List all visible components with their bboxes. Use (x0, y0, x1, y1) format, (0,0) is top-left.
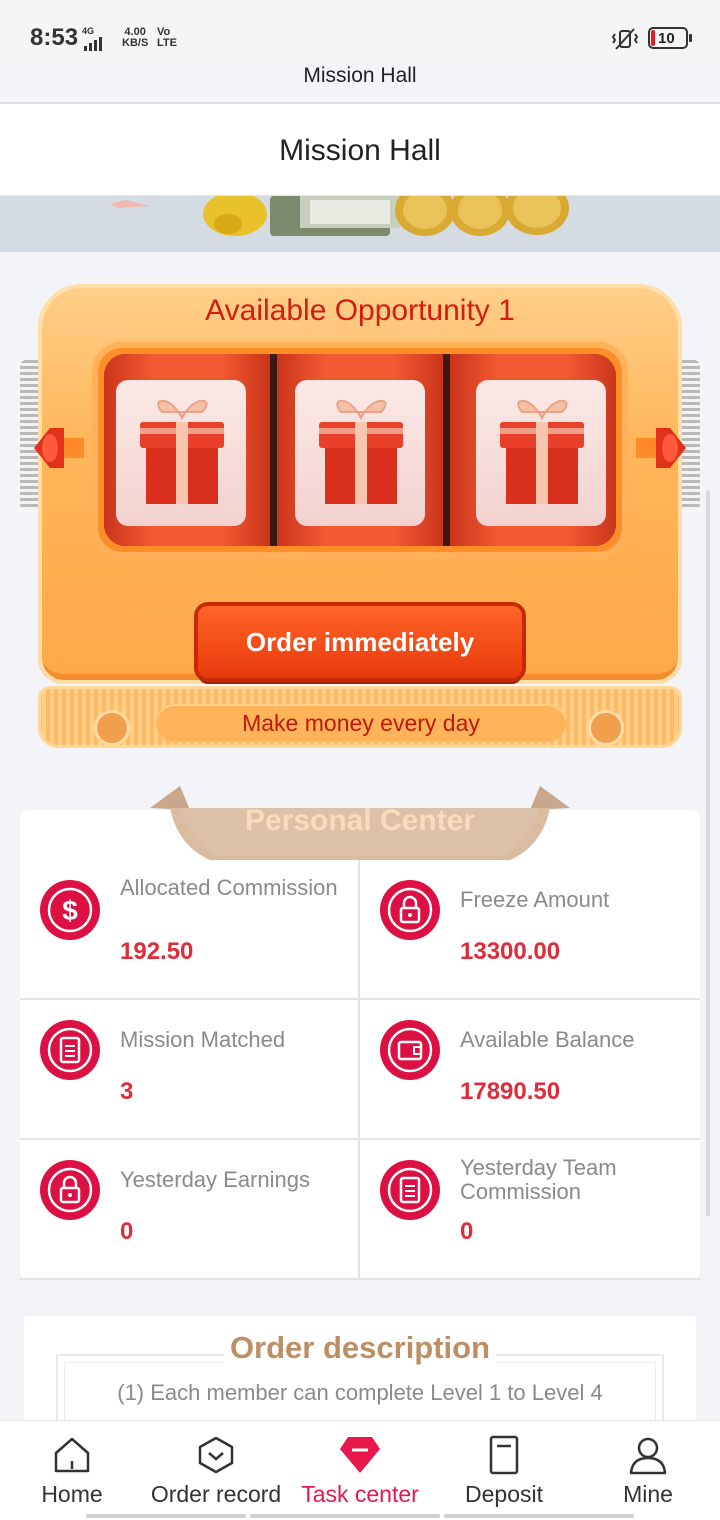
dollar-icon: $ (40, 880, 100, 940)
lock-icon (380, 880, 440, 940)
gift-icon (319, 399, 403, 504)
user-icon (629, 1437, 667, 1475)
reel-3 (450, 354, 616, 546)
stat-label: Yesterday Earnings (120, 1167, 310, 1192)
stat-label: Yesterday Team Commission (460, 1155, 617, 1204)
page-header: Mission Hall (0, 104, 720, 196)
tab-task-center[interactable]: Task center (288, 1421, 432, 1520)
stat-mission-matched: Mission Matched 3 (20, 1000, 360, 1140)
tab-mine[interactable]: Mine (576, 1421, 720, 1520)
stat-freeze-amount: Freeze Amount 13300.00 (360, 860, 700, 1000)
stat-value: 17890.50 (460, 1078, 561, 1105)
slot-machine: Available Opportunity 1 Order immediatel… (20, 280, 700, 752)
banner-image (0, 196, 720, 252)
stat-yesterday-earnings: Yesterday Earnings 0 (20, 1140, 360, 1280)
net-speed-unit: KB/S (122, 37, 149, 49)
status-bar: 8:53 4G 4.00 KB/S Vo LTE 10 (0, 0, 720, 62)
tab-label: Home (41, 1481, 103, 1507)
network-indicator: 4G (82, 26, 104, 51)
stat-value: 13300.00 (460, 938, 561, 965)
nav-indicator (86, 1514, 246, 1518)
gear-icon (94, 710, 130, 746)
order-description-title-text: Order description (223, 1330, 497, 1365)
tab-label: Order record (150, 1481, 282, 1507)
stat-available-balance: Available Balance 17890.50 (360, 1000, 700, 1140)
nav-indicator (444, 1514, 634, 1518)
reel-card (116, 380, 246, 526)
gift-icon (500, 399, 584, 504)
order-record-icon (198, 1436, 234, 1474)
volte-bottom: LTE (157, 37, 177, 49)
stat-label: Mission Matched (120, 1027, 286, 1052)
stat-label: Allocated Commission (120, 875, 338, 900)
signal-icon (84, 37, 102, 51)
stat-value: 0 (120, 1218, 134, 1245)
stat-value: 3 (120, 1078, 134, 1105)
reel-card (476, 380, 606, 526)
opportunity-title: Available Opportunity 1 (205, 294, 515, 327)
stat-yesterday-team-commission: Yesterday Team Commission 0 (360, 1140, 700, 1280)
clipboard-icon (380, 1160, 440, 1220)
nav-indicator (250, 1514, 440, 1518)
gift-icon (140, 399, 224, 504)
vibrate-icon (611, 28, 639, 50)
stat-value: 192.50 (120, 938, 194, 965)
tab-deposit[interactable]: Deposit (432, 1421, 576, 1520)
stat-label: Available Balance (460, 1027, 635, 1052)
net-speed: 4.00 KB/S (122, 27, 148, 49)
tab-label: Deposit (465, 1481, 543, 1507)
scrollbar[interactable] (706, 490, 710, 1216)
knob-left-icon (34, 428, 84, 468)
order-description-text: (1) Each member can complete Level 1 to … (117, 1380, 603, 1405)
task-center-icon (340, 1437, 380, 1473)
clipboard-icon (40, 1020, 100, 1080)
stat-value: 0 (460, 1218, 474, 1245)
tab-label: Task center (301, 1481, 419, 1507)
wallet-icon (380, 1020, 440, 1080)
deposit-icon (489, 1435, 519, 1475)
make-money-text: Make money every day (156, 704, 566, 742)
money-coins-image (110, 196, 569, 236)
stats-grid: $ Allocated Commission 192.50 Freeze Amo… (20, 860, 700, 1280)
tab-label: Mine (623, 1481, 673, 1507)
knob-right-icon (636, 428, 686, 468)
order-immediately-button[interactable]: Order immediately (198, 606, 522, 678)
svg-text:$: $ (62, 895, 78, 926)
reel-2 (277, 354, 443, 546)
gear-icon (588, 710, 624, 746)
home-icon (54, 1437, 90, 1473)
tab-order-record[interactable]: Order record (144, 1421, 288, 1520)
stat-label: Freeze Amount (460, 887, 610, 912)
battery-icon: 10 (648, 27, 692, 49)
battery-level: 10 (658, 30, 675, 47)
stat-allocated-commission: $ Allocated Commission 192.50 (20, 860, 360, 1000)
tab-home[interactable]: Home (0, 1421, 144, 1520)
reel-frame (92, 342, 628, 558)
reel-1 (104, 354, 270, 546)
browser-title: Mission Hall (303, 64, 417, 87)
lock-icon (40, 1160, 100, 1220)
reel-card (295, 380, 425, 526)
network-type: 4G (82, 26, 95, 36)
status-time: 8:53 (30, 24, 79, 51)
page-title: Mission Hall (279, 134, 441, 167)
personal-center-title: Personal Center (244, 804, 476, 837)
volte-indicator: Vo LTE (157, 27, 177, 49)
order-description-title: Order description (0, 1330, 720, 1366)
bottom-tab-bar: Home Order record Task center Deposit Mi… (0, 1420, 720, 1520)
